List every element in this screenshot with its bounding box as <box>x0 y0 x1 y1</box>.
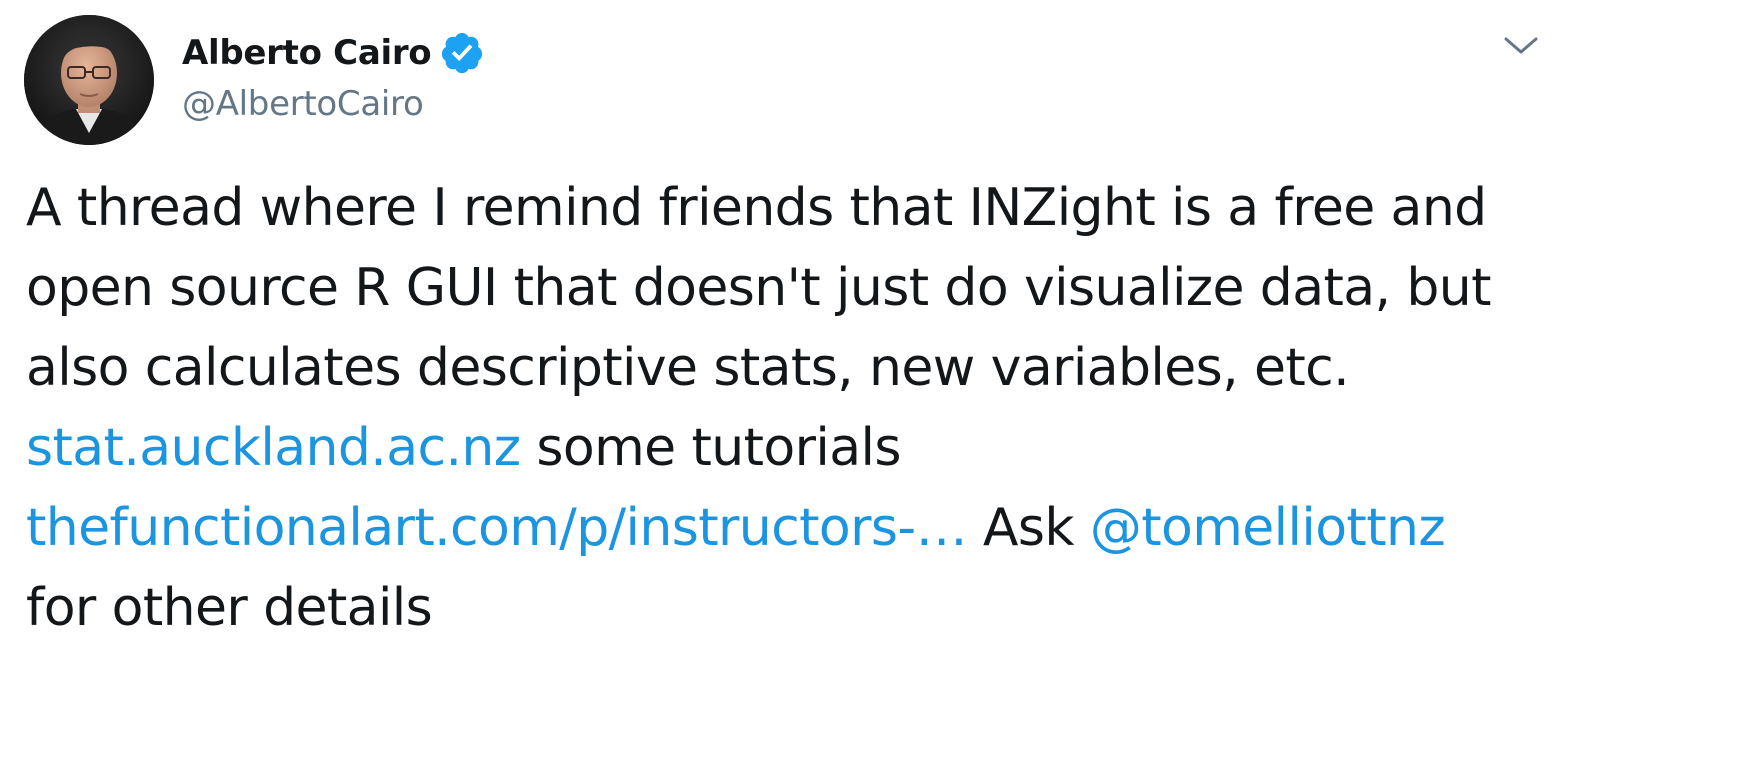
mention-tomelliottnz[interactable]: @tomelliottnz <box>1090 498 1446 558</box>
tweet-text-part: for other details <box>26 578 433 638</box>
tweet-text-part: some tutorials <box>520 418 901 478</box>
tweet-text-part: A thread where I remind friends that INZ… <box>26 178 1492 398</box>
chevron-down-icon[interactable] <box>1500 30 1542 60</box>
avatar-photo <box>24 15 154 145</box>
avatar[interactable] <box>24 15 154 145</box>
link-thefunctionalart[interactable]: thefunctionalart.com/p/instructors-… <box>26 498 968 558</box>
tweet-card: Alberto Cairo @AlbertoCairo A thread whe… <box>0 0 1761 774</box>
verified-badge-icon <box>439 30 485 76</box>
link-stat-auckland[interactable]: stat.auckland.ac.nz <box>26 418 521 478</box>
tweet-text-part: Ask <box>966 498 1090 558</box>
tweet-text: A thread where I remind friends that INZ… <box>26 168 1556 648</box>
author-name-row: Alberto Cairo <box>182 30 485 76</box>
author-display-name[interactable]: Alberto Cairo <box>182 33 432 73</box>
author-handle[interactable]: @AlbertoCairo <box>182 84 424 124</box>
